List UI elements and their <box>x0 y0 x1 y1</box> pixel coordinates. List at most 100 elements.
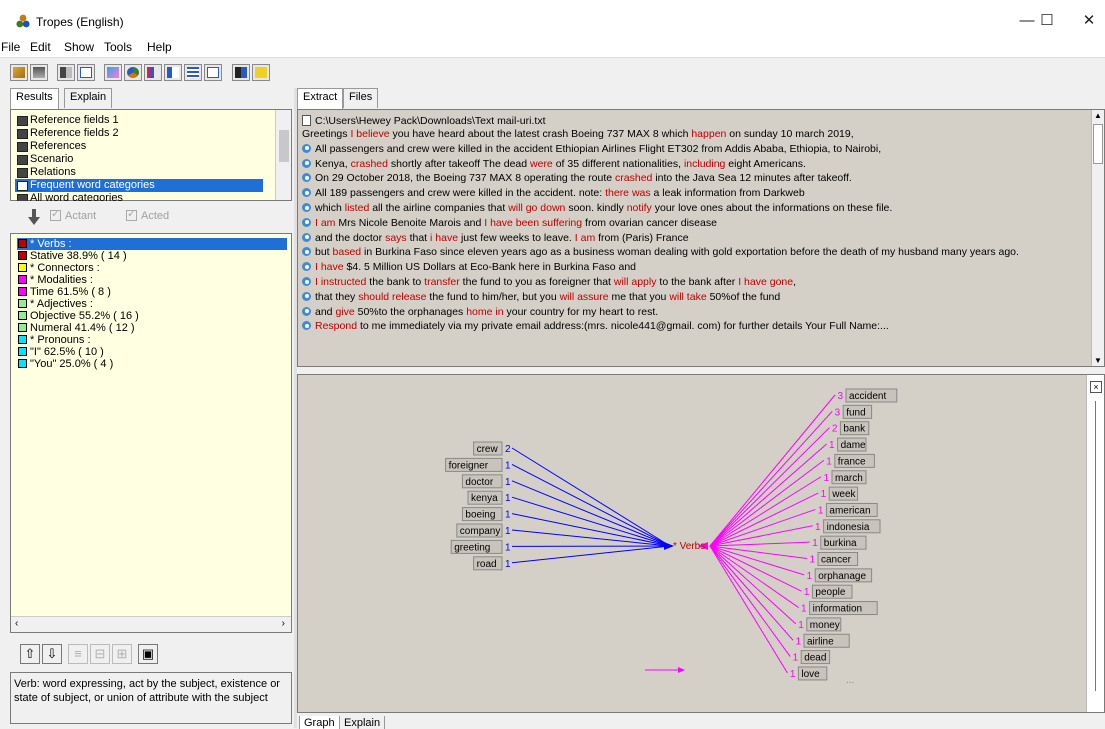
collapse-icon[interactable]: ⊟ <box>90 644 110 664</box>
color-swatch <box>18 251 27 260</box>
expand-icon[interactable]: ⊞ <box>112 644 132 664</box>
reference-scroll-thumb[interactable] <box>279 130 289 162</box>
bullet-icon <box>302 158 311 168</box>
move-up-icon[interactable]: ⇧ <box>20 644 40 664</box>
left-node-label: boeing <box>465 510 495 521</box>
print-icon[interactable] <box>30 64 48 81</box>
tab-results[interactable]: Results <box>10 88 59 109</box>
verb-highlight: I believe <box>350 128 390 140</box>
menu-help[interactable]: Help <box>147 40 172 54</box>
menu-show[interactable]: Show <box>64 40 94 54</box>
panel-view-icon[interactable] <box>232 64 250 81</box>
ref-item-frequent-word-categories[interactable]: Frequent word categories <box>15 179 263 192</box>
scroll-right-icon[interactable]: › <box>282 618 285 629</box>
verbs-star-graph: crew 2 foreigner 1 doctor 1 kenya 1 boeing 1 compa… <box>445 388 898 686</box>
copy-icon[interactable] <box>77 64 95 81</box>
category-item[interactable]: * Connectors : <box>17 262 287 274</box>
right-node-label: airline <box>807 636 834 647</box>
category-label: * Verbs : <box>30 238 72 250</box>
extract-line: Respond to me immediately via my private… <box>302 319 889 333</box>
category-item[interactable]: * Verbs : <box>17 238 287 250</box>
category-item[interactable]: Stative 38.9% ( 14 ) <box>17 250 287 262</box>
tab-extract[interactable]: Extract <box>297 88 344 109</box>
tab-files[interactable]: Files <box>343 88 379 108</box>
acted-checkbox[interactable]: Acted <box>126 207 169 222</box>
color-swatch <box>18 239 27 248</box>
right-edge <box>709 411 833 547</box>
bar-chart-icon[interactable] <box>144 64 162 81</box>
list-view-icon[interactable] <box>184 64 202 81</box>
window-title: Tropes (English) <box>36 15 124 29</box>
left-node-count: 1 <box>505 510 511 521</box>
extract-text: Mrs Nicole Benoite Marois and <box>335 216 485 229</box>
scenario-icon[interactable] <box>252 64 270 81</box>
graph-close-icon[interactable]: × <box>1090 381 1102 393</box>
ref-item-reference-fields-1[interactable]: Reference fields 1 <box>15 114 263 127</box>
extract-text: On 29 October 2018, the Boeing 737 MAX 8… <box>315 172 616 185</box>
extract-line: I have $4. 5 Million US Dollars at Eco-B… <box>302 260 636 274</box>
right-node-label: fund <box>846 407 865 418</box>
right-node-count: 1 <box>815 522 821 533</box>
actant-check-icon <box>50 207 61 221</box>
category-hscrollbar[interactable]: ‹ › <box>11 616 291 632</box>
extract-text: from ovarian cancer disease <box>582 216 717 229</box>
clipboard-icon[interactable]: ▣ <box>138 644 158 664</box>
menu-file[interactable]: File <box>1 40 20 54</box>
menu-edit[interactable]: Edit <box>30 40 51 54</box>
category-item[interactable]: Numeral 41.4% ( 12 ) <box>17 322 287 334</box>
ref-item-references[interactable]: References <box>15 140 263 153</box>
graph-zoom-track[interactable] <box>1095 401 1097 691</box>
file-path-text: C:\Users\Hewey Pack\Downloads\Text mail-… <box>315 115 546 127</box>
right-edge <box>709 427 830 547</box>
category-item[interactable]: * Modalities : <box>17 274 287 286</box>
scroll-up-icon[interactable]: ▲ <box>1094 111 1102 120</box>
open-file-icon[interactable] <box>10 64 28 81</box>
ref-item-all-word-categories[interactable]: All word categories <box>15 192 263 201</box>
verb-highlight: crashed <box>615 172 653 185</box>
down-arrow-icon[interactable] <box>28 209 40 225</box>
scroll-down-icon[interactable]: ▼ <box>1094 356 1102 365</box>
left-node-label: doctor <box>465 477 493 488</box>
menu-tools[interactable]: Tools <box>104 40 132 54</box>
category-buttons: ⇧ ⇩ ≡ ⊟ ⊞ ▣ <box>10 640 292 666</box>
color-swatch <box>18 359 27 368</box>
ref-item-reference-fields-2[interactable]: Reference fields 2 <box>15 127 263 140</box>
color-swatch <box>18 311 27 320</box>
actant-checkbox[interactable]: Actant <box>50 207 96 222</box>
category-item[interactable]: Time 61.5% ( 8 ) <box>17 286 287 298</box>
tab-graph-explain[interactable]: Explain <box>339 716 386 729</box>
category-item[interactable]: "You" 25.0% ( 4 ) <box>17 358 287 370</box>
bullet-icon <box>302 262 311 272</box>
sort-icon[interactable]: ≡ <box>68 644 88 664</box>
verb-highlight: should release <box>358 290 427 303</box>
category-item[interactable]: Objective 55.2% ( 16 ) <box>17 310 287 322</box>
extract-line: that they should release the fund to him… <box>302 290 780 304</box>
extract-text: just few weeks to leave. <box>458 231 575 244</box>
ref-item-scenario[interactable]: Scenario <box>15 153 263 166</box>
properties-icon[interactable] <box>57 64 75 81</box>
reference-list-scrollbar[interactable] <box>275 110 291 200</box>
ref-item-relations[interactable]: Relations <box>15 166 263 179</box>
tropes-icon[interactable] <box>124 64 142 81</box>
tab-explain[interactable]: Explain <box>64 88 113 108</box>
chart-grid-icon[interactable] <box>104 64 122 81</box>
extract-scroll-thumb[interactable] <box>1093 124 1103 164</box>
right-node-count: 1 <box>795 636 801 647</box>
extract-text: Greetings <box>302 128 351 140</box>
category-item[interactable]: "I" 62.5% ( 10 ) <box>17 346 287 358</box>
category-item[interactable]: * Pronouns : <box>17 334 287 346</box>
close-button[interactable]: ✕ <box>1074 10 1104 32</box>
right-node-count: 1 <box>818 505 824 516</box>
table-view-icon[interactable] <box>204 64 222 81</box>
tab-graph[interactable]: Graph <box>299 716 340 729</box>
category-item[interactable]: * Adjectives : <box>17 298 287 310</box>
color-swatch <box>18 335 27 344</box>
category-label: * Adjectives : <box>30 298 93 310</box>
maximize-button[interactable]: ☐ <box>1032 10 1062 32</box>
extract-line: which listed all the airline companies t… <box>302 201 892 215</box>
histogram-icon[interactable] <box>164 64 182 81</box>
move-down-icon[interactable]: ⇩ <box>42 644 62 664</box>
extract-scrollbar[interactable]: ▲ ▼ <box>1091 110 1104 366</box>
right-node-count: 1 <box>801 604 807 615</box>
scroll-left-icon[interactable]: ‹ <box>15 618 18 629</box>
